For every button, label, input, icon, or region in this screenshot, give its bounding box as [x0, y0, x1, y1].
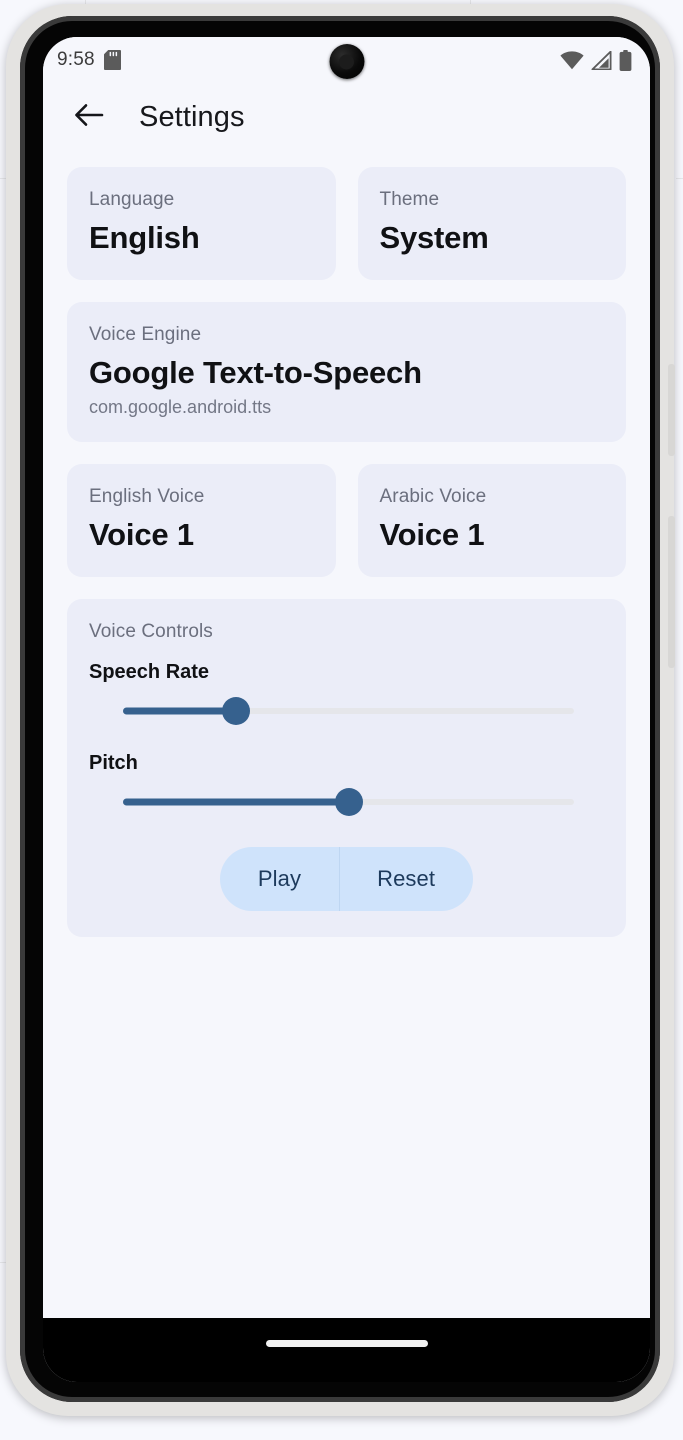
phone-device-frame: 9:58 Settings Language English Theme Sys…: [6, 4, 675, 1416]
voice-selection-row: English Voice Voice 1 Arabic Voice Voice…: [67, 464, 626, 577]
power-button[interactable]: [668, 364, 675, 456]
pitch-slider-fill: [123, 798, 349, 806]
pitch-label: Pitch: [89, 751, 138, 774]
arabic-voice-card[interactable]: Arabic Voice Voice 1: [357, 464, 626, 577]
pitch-slider-thumb[interactable]: [334, 787, 363, 816]
app-bar: Settings: [43, 83, 650, 151]
voice-controls-label: Voice Controls: [89, 620, 213, 642]
back-arrow-icon: [74, 102, 104, 133]
front-camera-punch-hole: [329, 44, 364, 79]
status-bar: 9:58: [43, 37, 650, 83]
status-bar-clock: 9:58: [57, 49, 95, 70]
english-voice-card[interactable]: English Voice Voice 1: [67, 464, 336, 577]
speech-rate-slider[interactable]: [123, 688, 574, 734]
battery-icon: [619, 49, 632, 71]
play-button[interactable]: Play: [220, 847, 339, 911]
theme-value: System: [379, 220, 489, 255]
voice-engine-label: Voice Engine: [89, 323, 202, 345]
sd-card-icon: [103, 50, 121, 70]
voice-engine-card[interactable]: Voice Engine Google Text-to-Speech com.g…: [67, 301, 626, 443]
theme-card[interactable]: Theme System: [357, 167, 626, 280]
cellular-signal-icon: [591, 50, 612, 70]
status-bar-right: [560, 37, 632, 83]
reset-button[interactable]: Reset: [339, 847, 473, 911]
phone-screen: 9:58 Settings Language English Theme Sys…: [43, 37, 650, 1382]
voice-action-buttons: Play Reset: [89, 846, 604, 911]
english-voice-label: English Voice: [89, 486, 205, 508]
voice-engine-value: Google Text-to-Speech: [89, 354, 422, 390]
gesture-pill[interactable]: [265, 1340, 428, 1347]
status-bar-left: 9:58: [57, 49, 121, 71]
language-theme-row: Language English Theme System: [67, 167, 626, 280]
wifi-icon: [560, 50, 584, 70]
segmented-button-group: Play Reset: [219, 846, 474, 911]
pitch-slider[interactable]: [123, 779, 574, 825]
voice-controls-card: Voice Controls Speech Rate Pitch Play Re…: [67, 598, 626, 937]
back-button[interactable]: [69, 97, 109, 137]
english-voice-value: Voice 1: [89, 517, 194, 553]
arabic-voice-label: Arabic Voice: [379, 486, 487, 508]
theme-label: Theme: [379, 189, 440, 210]
language-card[interactable]: Language English: [67, 167, 336, 280]
speech-rate-slider-thumb[interactable]: [221, 696, 250, 725]
speech-rate-slider-fill: [123, 707, 236, 715]
speech-rate-label: Speech Rate: [89, 660, 210, 683]
system-navigation-bar: [43, 1318, 650, 1382]
language-value: English: [89, 220, 200, 255]
settings-content: Language English Theme System Voice Engi…: [43, 151, 650, 937]
background-artifact: [676, 178, 683, 179]
page-title: Settings: [139, 100, 245, 133]
arabic-voice-value: Voice 1: [379, 517, 485, 553]
voice-engine-package: com.google.android.tts: [89, 397, 272, 418]
language-label: Language: [89, 189, 175, 210]
volume-rocker-button[interactable]: [668, 516, 675, 668]
settings-app: 9:58 Settings Language English Theme Sys…: [43, 37, 650, 1318]
